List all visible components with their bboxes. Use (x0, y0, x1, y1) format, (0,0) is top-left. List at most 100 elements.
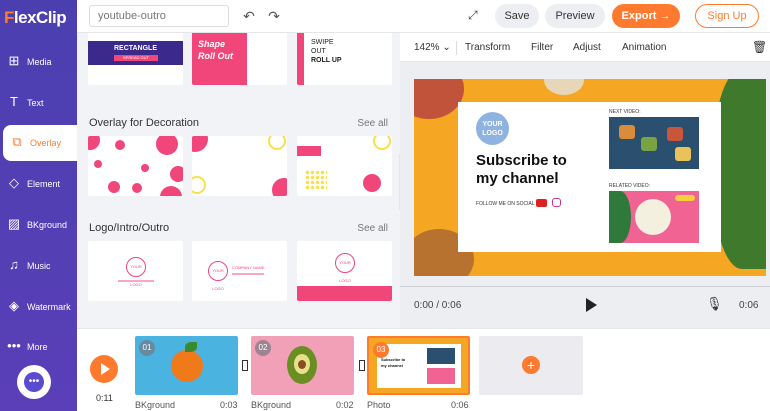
sidebar-item-label: Text (27, 98, 44, 108)
line (232, 273, 264, 275)
canvas-logo: YOUR LOGO (476, 112, 509, 145)
transform-tool[interactable]: Transform (465, 42, 510, 53)
video-canvas[interactable]: YOUR LOGO Subscribe to my channel FOLLOW … (414, 79, 766, 276)
add-clip-button[interactable]: + (479, 336, 583, 395)
headline: Subscribe to (476, 152, 567, 169)
transition-icon[interactable] (242, 360, 248, 371)
logo-thumb[interactable]: YOUR LOGO (297, 241, 392, 301)
sidebar-item-more[interactable]: ••• More (0, 329, 77, 365)
play-icon[interactable] (586, 298, 597, 312)
follow-text: FOLLOW ME ON SOCIAL (476, 201, 535, 207)
clip-label: BKground (135, 400, 176, 410)
logo-line: YOUR (482, 121, 503, 128)
zoom-value: 142% (414, 42, 440, 53)
overlay-thumb[interactable]: SWIPE OUT ROLL UP (297, 33, 392, 85)
timeline-clip-3[interactable]: Subscribe to my channel 03 (367, 336, 470, 395)
logo-circle: YOUR LOGO (126, 257, 146, 287)
mini-headline: Subscribe to (381, 357, 406, 362)
preview-button[interactable]: Preview (545, 4, 605, 28)
fullscreen-icon[interactable]: ⤢ (468, 8, 478, 23)
bowl (635, 199, 671, 235)
food-decoration (414, 79, 464, 119)
adjust-tool[interactable]: Adjust (573, 42, 601, 53)
company-name: COMPANY NAME (232, 265, 265, 270)
clip-label: Photo (367, 400, 391, 410)
see-all-link[interactable]: See all (357, 118, 388, 129)
media-icon: ⊞ (8, 53, 20, 68)
zoom-select[interactable]: 142% ⌄ (414, 42, 451, 53)
thumb-text: ROLL UP (311, 57, 342, 64)
project-name-input[interactable]: youtube-outro (89, 5, 229, 27)
background-icon: ▨ (7, 216, 21, 231)
see-all-link[interactable]: See all (357, 223, 388, 234)
overlay-thumb[interactable]: Shape Roll Out (192, 33, 287, 85)
timeline-time: 0:11 (96, 393, 113, 403)
clip-number: 01 (139, 340, 155, 356)
logo-thumb[interactable]: YOUR LOGO (88, 241, 183, 301)
sidebar-item-label: Overlay (30, 138, 62, 148)
dot (272, 178, 287, 196)
export-button[interactable]: Export → (612, 4, 680, 28)
save-button[interactable]: Save (495, 4, 539, 28)
food-decoration (544, 79, 584, 95)
sidebar-item-label: Watermark (27, 302, 71, 312)
mini-headline: my channel (381, 363, 404, 368)
sidebar-item-text[interactable]: T Text (0, 85, 77, 121)
dot (108, 181, 120, 193)
chat-button[interactable]: ••• (17, 365, 51, 399)
overlay-thumb[interactable] (88, 136, 183, 196)
animation-tool[interactable]: Animation (622, 42, 666, 53)
dot (192, 136, 208, 152)
mini-thumb (427, 348, 455, 364)
trash-icon[interactable]: 🗑 (752, 40, 767, 54)
sidebar-item-music[interactable]: ♫ Music (0, 248, 77, 284)
sidebar-item-label: BKground (27, 220, 68, 230)
timeline-clip-1[interactable]: 01 (135, 336, 238, 395)
sidebar-item-bkground[interactable]: ▨ BKground (0, 207, 77, 243)
signup-button[interactable]: Sign Up (695, 4, 759, 28)
playback-progress-track[interactable] (400, 286, 770, 287)
clip-duration: 0:03 (220, 400, 238, 410)
transition-icon[interactable] (359, 360, 365, 371)
watermark-icon: ◈ (9, 298, 19, 313)
clip-duration: 0:06 (451, 400, 469, 410)
current-time: 0:00 / 0:06 (414, 300, 462, 311)
ring (192, 176, 206, 194)
timeline-clip-2[interactable]: 02 (251, 336, 354, 395)
undo-icon[interactable]: ↶ (240, 7, 258, 25)
sidebar-item-watermark[interactable]: ◈ Watermark (0, 289, 77, 325)
total-time: 0:06 (739, 300, 759, 311)
sidebar-item-media[interactable]: ⊞ Media (0, 44, 77, 80)
pink-bar (297, 33, 304, 85)
overlay-thumb[interactable] (192, 136, 287, 196)
section-title: Overlay for Decoration (89, 117, 200, 129)
outro-card[interactable]: YOUR LOGO Subscribe to my channel FOLLOW … (458, 102, 721, 252)
overlay-thumb[interactable] (297, 136, 392, 196)
related-video-thumb (609, 191, 699, 243)
preview-stage: YOUR LOGO Subscribe to my channel FOLLOW … (400, 62, 770, 328)
dot (156, 136, 178, 155)
overlay-thumb[interactable]: RECTANGLE SPREAD OUT (88, 33, 183, 85)
microphone-icon[interactable]: 🎙 (706, 296, 723, 312)
food-box (641, 137, 657, 151)
related-video-label: RELATED VIDEO: (609, 183, 651, 189)
timeline-play-button[interactable] (90, 355, 118, 383)
overlay-icon: ⧉ (12, 134, 22, 149)
line (118, 280, 154, 282)
element-icon: ◇ (9, 175, 19, 190)
dot (141, 164, 149, 172)
dot (170, 166, 183, 182)
leaf-image (185, 342, 197, 352)
pink-rect (297, 146, 321, 156)
flexclip-editor: FlexClip ⊞ Media T Text ⧉ Overlay ◇ Elem… (0, 0, 770, 411)
sidebar-item-element[interactable]: ◇ Element (0, 166, 77, 202)
filter-tool[interactable]: Filter (531, 42, 553, 53)
overlay-library-panel: RECTANGLE SPREAD OUT Shape Roll Out SWIP… (77, 33, 400, 328)
dot (115, 140, 125, 150)
logo-thumb[interactable]: YOUR LOGO COMPANY NAME (192, 241, 287, 301)
music-icon: ♫ (9, 257, 19, 272)
flexclip-logo[interactable]: FlexClip (4, 8, 67, 28)
sidebar-item-overlay[interactable]: ⧉ Overlay (3, 125, 77, 161)
dot (94, 160, 102, 168)
redo-icon[interactable]: ↷ (265, 7, 283, 25)
